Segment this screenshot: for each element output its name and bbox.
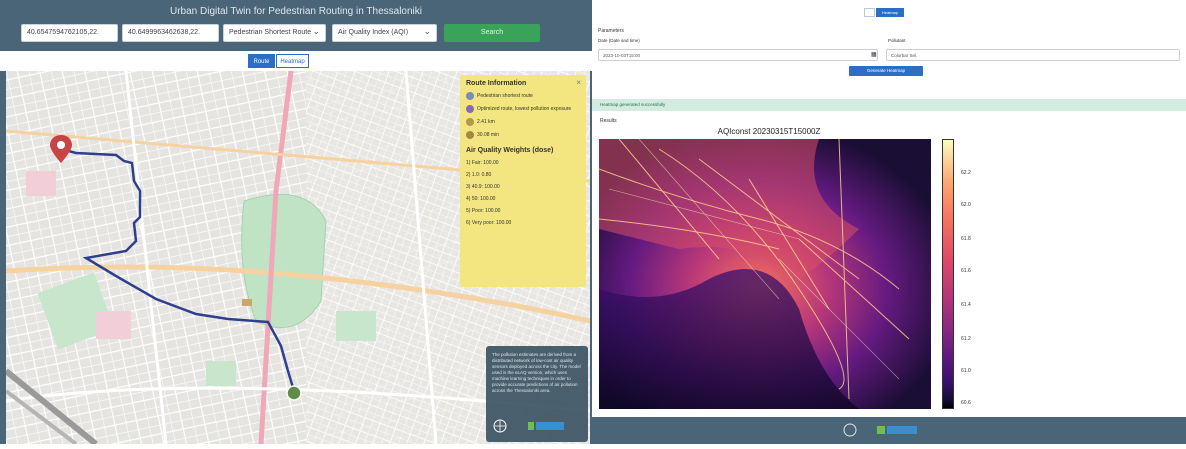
colorbar-tick: 60.6 bbox=[961, 400, 971, 406]
pollutant-select[interactable]: Colorbar Sel. bbox=[886, 49, 1180, 61]
info-row: 30.08 min bbox=[466, 131, 580, 139]
colorbar-tick: 61.8 bbox=[961, 236, 971, 242]
footer-logos bbox=[843, 423, 917, 437]
date-input[interactable]: 2023-10-03T15:00 bbox=[598, 49, 878, 61]
aq-heading: Air Quality Weights (dose) bbox=[466, 147, 554, 154]
pollutant-label: Pollutant bbox=[888, 38, 906, 43]
routing-panel: Urban Digital Twin for Pedestrian Routin… bbox=[0, 0, 592, 444]
heatmap-title: AQIconst 20230315T15000Z bbox=[717, 127, 821, 136]
colorbar-tick: 61.0 bbox=[961, 368, 971, 374]
colorbar bbox=[942, 139, 954, 409]
aq-row: 4) 50: 100.00 bbox=[466, 196, 496, 202]
info-text: 30.08 min bbox=[477, 132, 499, 138]
logo-row bbox=[492, 416, 582, 436]
parameters-label: Parameters bbox=[598, 28, 624, 34]
date-label: Date (Date and time) bbox=[598, 38, 640, 43]
aq-row: 3) 40.9: 100.00 bbox=[466, 184, 500, 190]
view-toggle-bar: Route Heatmap bbox=[0, 51, 592, 71]
aq-row: 6) Very poor: 100.00 bbox=[466, 220, 512, 226]
globe-logo-icon bbox=[493, 419, 507, 433]
search-button[interactable]: Search bbox=[444, 24, 540, 42]
calendar-icon[interactable]: ▦ bbox=[871, 51, 877, 58]
info-row: 2.41 km bbox=[466, 118, 580, 126]
app-title: Urban Digital Twin for Pedestrian Routin… bbox=[170, 6, 422, 17]
colorbar-tick: 61.6 bbox=[961, 268, 971, 274]
close-icon[interactable]: × bbox=[576, 78, 581, 87]
destination-input[interactable]: 40.6499963462638,22. bbox=[122, 24, 219, 42]
info-text: Optimized route, lowest pollution exposu… bbox=[477, 106, 572, 112]
route-mode-select[interactable]: Pedestrian Shortest Route bbox=[223, 24, 326, 42]
info-text: Pedestrian shortest route bbox=[477, 93, 533, 99]
colorbar-tick: 62.0 bbox=[961, 202, 971, 208]
origin-input[interactable]: 40.6547594762105,22. bbox=[21, 24, 118, 42]
aq-row: 1) Fair: 100.00 bbox=[466, 160, 499, 166]
route-info-heading: Route Information bbox=[466, 80, 527, 87]
info-row: Pedestrian shortest route bbox=[466, 92, 580, 100]
poi-icon bbox=[242, 299, 252, 306]
overlay-text: The pollution estimates are derived from… bbox=[492, 352, 581, 393]
results-label: Results bbox=[600, 118, 617, 124]
end-marker-icon[interactable] bbox=[286, 385, 302, 401]
heatmap-view-toggle[interactable]: Heatmap bbox=[876, 8, 904, 17]
aq-row: 2) 1.0: 0.80 bbox=[466, 172, 492, 178]
colorbar-tick: 61.4 bbox=[961, 302, 971, 308]
generate-heatmap-button[interactable]: Generate Heatmap bbox=[849, 66, 923, 76]
partner-logo-icon bbox=[528, 422, 564, 430]
colorbar-tick: 61.2 bbox=[961, 336, 971, 342]
heatmap-canvas bbox=[599, 139, 931, 409]
route-info-card: × Route Information Pedestrian shortest … bbox=[460, 75, 586, 287]
distance-icon bbox=[466, 118, 474, 126]
clock-icon bbox=[466, 131, 474, 139]
index-select[interactable]: Air Quality Index (AQI) bbox=[332, 24, 437, 42]
footer-bar bbox=[592, 417, 1186, 444]
pin-icon bbox=[466, 92, 474, 100]
heatmap-toggle[interactable]: Heatmap bbox=[276, 54, 309, 68]
route-toggle[interactable]: Route bbox=[248, 54, 275, 68]
aq-row: 5) Poor: 100.00 bbox=[466, 208, 501, 214]
pin-icon bbox=[466, 105, 474, 113]
colorbar-tick: 62.2 bbox=[961, 170, 971, 176]
info-text: 2.41 km bbox=[477, 119, 495, 125]
info-row: Optimized route, lowest pollution exposu… bbox=[466, 105, 580, 113]
heatmap-panel: Heatmap Parameters Date (Date and time) … bbox=[592, 0, 1186, 444]
model-info-overlay: The pollution estimates are derived from… bbox=[486, 346, 588, 442]
pollution-heatmap bbox=[599, 139, 931, 409]
route-view-toggle[interactable] bbox=[864, 8, 875, 17]
success-banner: Heatmap generated successfully bbox=[592, 99, 1186, 111]
